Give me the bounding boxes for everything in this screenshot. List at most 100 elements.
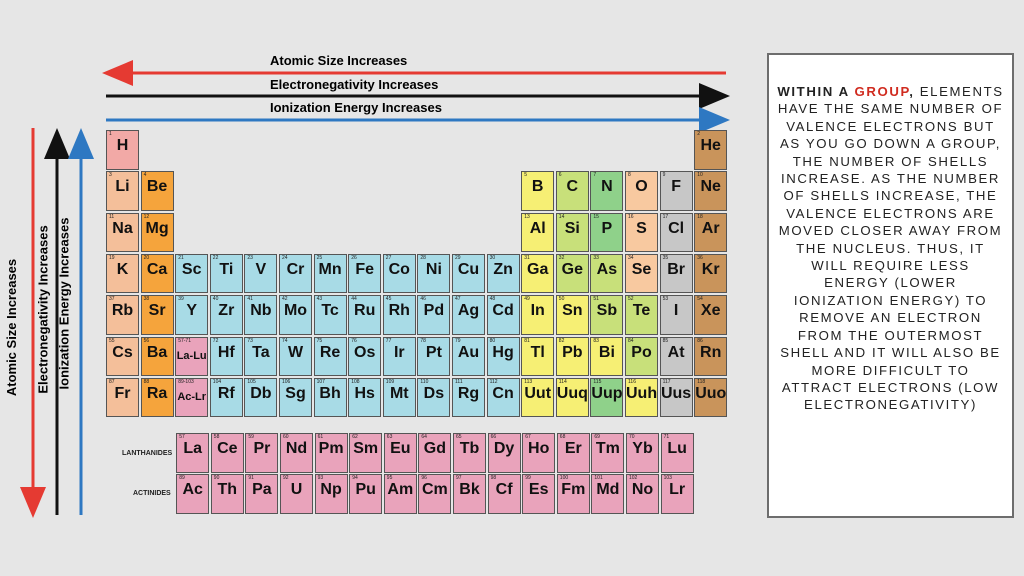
element-symbol: Tl xyxy=(530,343,545,361)
element-cell: 102 No xyxy=(626,474,659,514)
element-cell: 49 In xyxy=(521,295,555,335)
ionization-v-label: Ionization Energy Increases xyxy=(56,217,72,390)
element-symbol: Th xyxy=(217,481,238,498)
element-cell: 30 Zn xyxy=(486,253,520,294)
atomic-number: 113 xyxy=(524,378,533,385)
element-cell: 55 Cs xyxy=(106,336,139,376)
element-symbol: Cr xyxy=(286,260,305,278)
element-cell: 76 Os xyxy=(348,336,382,376)
element-symbol: Ce xyxy=(217,440,238,457)
element-cell: 15 P xyxy=(590,212,624,253)
element-symbol: Co xyxy=(388,260,410,278)
element-cell: 23 V xyxy=(244,253,278,294)
element-symbol: Ac-Lr xyxy=(177,390,207,403)
element-cell: 78 Pt xyxy=(417,336,451,376)
element-symbol: Po xyxy=(631,343,652,361)
element-cell: 40 Zr xyxy=(209,295,243,335)
atomic-number: 26 xyxy=(351,254,357,261)
atomic-number: 105 xyxy=(247,378,256,385)
element-symbol: Sg xyxy=(285,384,306,402)
element-cell: 8O xyxy=(625,171,658,211)
atomic-number: 92 xyxy=(283,475,289,481)
group-highlight: group xyxy=(854,84,910,99)
element-cell: 47 Ag xyxy=(452,295,485,335)
element-cell: 21 Sc xyxy=(175,253,209,294)
element-symbol: Gd xyxy=(423,440,446,457)
element-cell: 57-71 La-Lu xyxy=(175,336,209,376)
atomic-number: 15 xyxy=(593,213,599,220)
element-cell: 28 Ni xyxy=(417,253,451,294)
element-symbol: Ag xyxy=(457,302,480,320)
atomic-number: 29 xyxy=(455,254,461,261)
element-cell: 48 Cd xyxy=(486,295,520,335)
atomic-number: 36 xyxy=(697,254,703,261)
element-symbol: Ho xyxy=(528,440,550,457)
element-cell: 112 Cn xyxy=(486,377,520,418)
element-cell: 4 Be xyxy=(140,171,174,211)
element-symbol: Rf xyxy=(217,384,235,402)
element-symbol: Kr xyxy=(701,260,720,278)
atomic-number: 5 xyxy=(524,172,527,179)
element-cell: 91 Pa xyxy=(245,474,279,514)
element-symbol: Tb xyxy=(459,440,480,457)
element-symbol: Zn xyxy=(493,260,513,278)
element-symbol: Cs xyxy=(112,343,133,361)
element-symbol: Bi xyxy=(598,343,615,361)
atomic-number: 108 xyxy=(351,378,360,385)
atomic-number: 3 xyxy=(109,172,112,179)
element-cell: 62 Sm xyxy=(349,433,383,473)
element-symbol: Fm xyxy=(561,481,586,498)
electronegativity-v-label: Electronegativity Increases xyxy=(35,225,51,394)
element-cell: 64 Gd xyxy=(418,433,452,473)
element-cell: 105 Db xyxy=(244,377,278,418)
element-cell: 95 Am xyxy=(383,474,417,514)
element-symbol: In xyxy=(530,302,545,320)
element-cell: 79 Au xyxy=(452,336,485,376)
element-cell: 67 Ho xyxy=(522,433,556,473)
atomic-number: 11 xyxy=(109,213,115,220)
element-cell: 35 Br xyxy=(659,253,693,294)
atomic-number: 53 xyxy=(662,296,669,303)
element-cell: 36 Kr xyxy=(694,253,728,294)
element-cell: 11 Na xyxy=(106,212,139,253)
slide: Atomic Size Increases Electronegativity … xyxy=(0,0,1024,576)
element-symbol: He xyxy=(700,137,721,154)
atomic-number: 55 xyxy=(109,337,115,344)
element-symbol: S xyxy=(636,219,647,237)
element-cell: 115 Uup xyxy=(590,377,624,418)
element-symbol: Pa xyxy=(252,481,272,498)
element-cell: 5B xyxy=(521,171,555,211)
element-cell: 31 Ga xyxy=(521,253,555,294)
element-symbol: Md xyxy=(596,481,620,498)
atomic-number: 16 xyxy=(628,213,634,220)
element-cell: 59 Pr xyxy=(245,433,279,473)
element-cell: 104 Rf xyxy=(209,377,243,418)
element-symbol: O xyxy=(635,178,648,196)
element-symbol: Bh xyxy=(319,384,341,402)
element-symbol: Uup xyxy=(591,384,623,402)
element-symbol: Pu xyxy=(355,481,376,498)
atomic-number: 18 xyxy=(697,213,703,220)
element-cell: 103 Lr xyxy=(660,474,694,514)
element-symbol: I xyxy=(673,302,679,320)
element-symbol: Cn xyxy=(492,384,514,402)
element-cell: 38 Sr xyxy=(140,295,174,335)
element-cell: 106 Sg xyxy=(279,377,312,418)
element-symbol: Eu xyxy=(390,440,411,457)
atomic-number: 111 xyxy=(455,378,463,385)
element-symbol: Rh xyxy=(388,302,410,320)
element-symbol: As xyxy=(596,260,618,278)
element-cell: 97 Bk xyxy=(453,474,486,514)
element-symbol: Rn xyxy=(700,343,722,361)
atomic-size-h-label: Atomic Size Increases xyxy=(270,53,408,68)
element-symbol: Hg xyxy=(492,343,514,361)
element-cell: 74 W xyxy=(279,336,312,376)
atomic-number: 76 xyxy=(351,337,357,344)
element-cell: 86 Rn xyxy=(694,336,728,376)
element-cell: 20 Ca xyxy=(140,253,174,294)
element-symbol: Si xyxy=(564,219,580,237)
element-cell: 14 Si xyxy=(555,212,589,253)
element-cell: 6C xyxy=(555,171,589,211)
element-cell: 77 Ir xyxy=(382,336,416,376)
atomic-number: 31 xyxy=(524,254,530,261)
